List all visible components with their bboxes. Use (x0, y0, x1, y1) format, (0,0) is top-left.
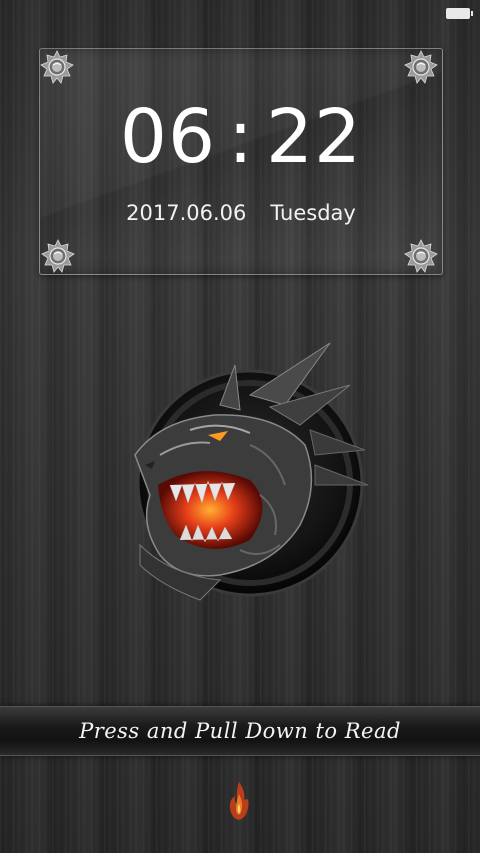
dragon-emblem-icon (134, 342, 369, 601)
flame-icon[interactable] (226, 780, 252, 822)
clock-minutes: 22 (265, 94, 363, 180)
date-row: 2017.06.06 Tuesday (40, 201, 442, 225)
clock-separator: : (228, 94, 254, 180)
battery-icon (446, 8, 473, 19)
lock-screen: 06:22 2017.06.06 Tuesday Press and Pull … (0, 0, 480, 853)
gear-bolt-icon (404, 50, 438, 84)
clock-hours: 06 (119, 94, 217, 180)
clock-panel: 06:22 2017.06.06 Tuesday (39, 48, 443, 275)
unlock-hint-bar: Press and Pull Down to Read (0, 706, 480, 756)
clock-time: 06:22 (40, 94, 442, 180)
gear-bolt-icon (404, 239, 438, 273)
gear-bolt-icon (41, 239, 75, 273)
gear-bolt-icon (40, 50, 74, 84)
unlock-hint-text: Press and Pull Down to Read (79, 719, 401, 743)
status-bar (0, 0, 480, 28)
weekday-text: Tuesday (270, 201, 356, 225)
date-text: 2017.06.06 (126, 201, 247, 225)
